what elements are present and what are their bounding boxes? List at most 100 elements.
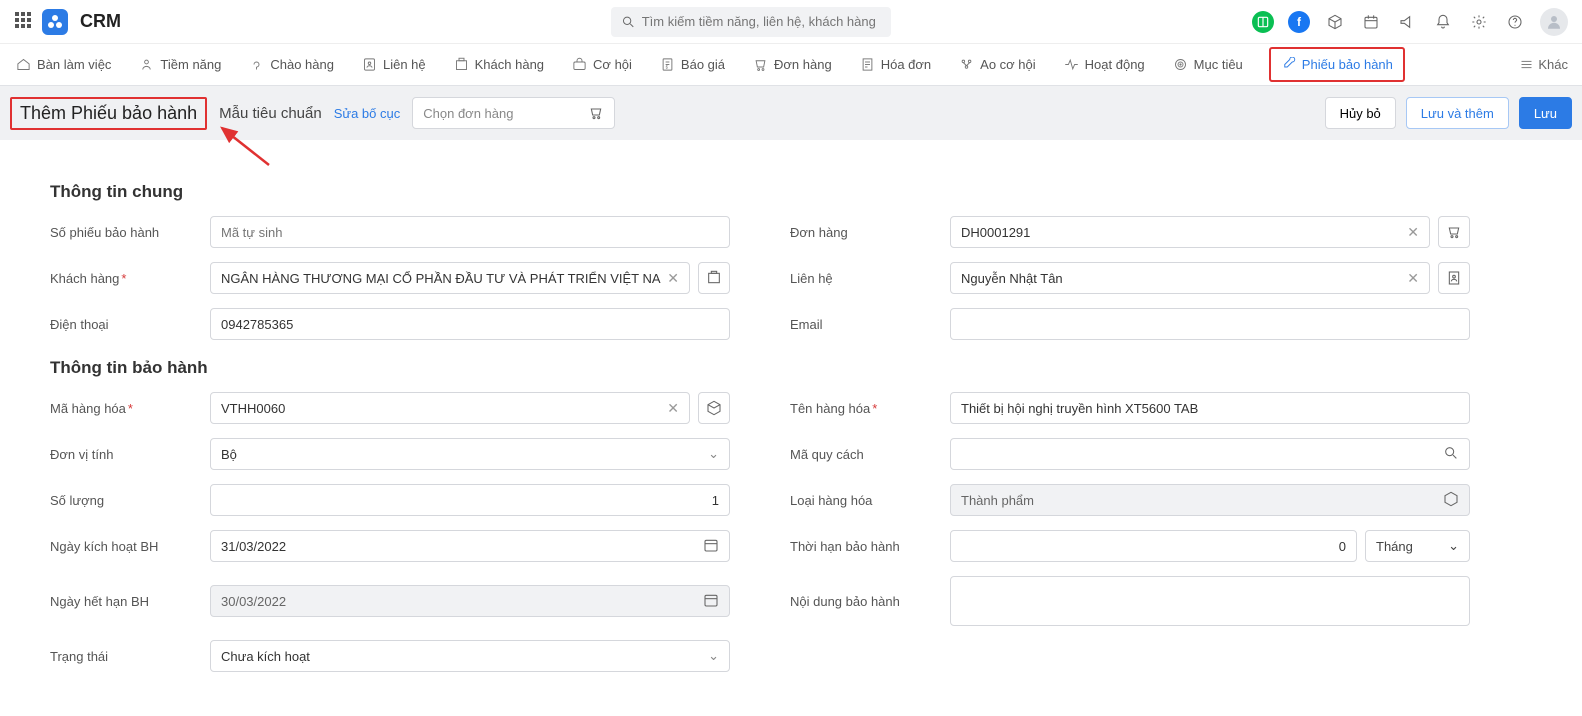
cancel-button[interactable]: Hủy bỏ [1325, 97, 1396, 129]
nav-label: Ao cơ hội [980, 57, 1036, 72]
label-email: Email [790, 317, 940, 332]
section-warranty: Thông tin bảo hành [50, 358, 1532, 378]
nav-more[interactable]: Khác [1519, 57, 1568, 72]
order-picker-placeholder: Chọn đơn hàng [423, 106, 513, 121]
customer-lookup-button[interactable] [698, 262, 730, 294]
megaphone-icon[interactable] [1396, 11, 1418, 33]
apps-grid-icon[interactable] [14, 11, 32, 32]
search-input[interactable] [642, 14, 881, 29]
nav-activity[interactable]: Hoạt động [1062, 51, 1147, 78]
nav-offers[interactable]: Chào hàng [247, 51, 336, 78]
period-unit-select[interactable]: Tháng⌄ [1365, 530, 1470, 562]
label-item-name: Tên hàng hóa* [790, 401, 940, 416]
guide-icon[interactable] [1252, 11, 1274, 33]
nav-label: Khách hàng [475, 57, 544, 72]
search-icon [1443, 445, 1459, 464]
calendar-icon[interactable] [703, 537, 719, 556]
page-title: Thêm Phiếu bảo hành [10, 97, 207, 130]
nav-label: Đơn hàng [774, 57, 832, 72]
clear-icon[interactable]: ✕ [667, 270, 679, 287]
clear-icon[interactable]: ✕ [1407, 270, 1419, 287]
box-icon [1443, 491, 1459, 510]
svg-text:$: $ [666, 64, 669, 69]
nav-customers[interactable]: Khách hàng [452, 51, 546, 78]
search-icon [621, 14, 636, 30]
nav-label: Tiềm năng [160, 57, 221, 72]
nav-warranty[interactable]: Phiếu bảo hành [1269, 47, 1405, 82]
clear-icon[interactable]: ✕ [667, 400, 679, 417]
label-order: Đơn hàng [790, 225, 940, 240]
gear-icon[interactable] [1468, 11, 1490, 33]
spec-input[interactable] [950, 438, 1470, 470]
app-title: CRM [80, 11, 121, 32]
nav-more-label: Khác [1538, 57, 1568, 72]
label-customer: Khách hàng* [50, 271, 200, 286]
global-search[interactable] [611, 7, 891, 37]
period-value-input[interactable] [950, 530, 1357, 562]
calendar-icon[interactable] [1360, 11, 1382, 33]
nav-orders[interactable]: Đơn hàng [751, 51, 834, 78]
ticket-no-input[interactable] [210, 216, 730, 248]
facebook-icon[interactable]: f [1288, 11, 1310, 33]
item-lookup-button[interactable] [698, 392, 730, 424]
cart-icon [588, 105, 604, 121]
label-qty: Số lượng [50, 493, 200, 508]
chevron-down-icon: ⌄ [708, 446, 719, 462]
nav-desk[interactable]: Bàn làm việc [14, 51, 113, 78]
main-nav: Bàn làm việc Tiềm năng Chào hàng Liên hệ… [0, 44, 1582, 86]
help-icon[interactable] [1504, 11, 1526, 33]
nav-label: Chào hàng [270, 57, 334, 72]
nav-label: Liên hệ [383, 57, 426, 72]
label-item-code: Mã hàng hóa* [50, 401, 200, 416]
template-label: Mẫu tiêu chuẩn [219, 105, 322, 122]
subbar: Thêm Phiếu bảo hành Mẫu tiêu chuẩn Sửa b… [0, 86, 1582, 140]
chevron-down-icon: ⌄ [708, 648, 719, 664]
order-lookup-button[interactable] [1438, 216, 1470, 248]
clear-icon[interactable]: ✕ [1407, 224, 1419, 241]
nav-pool[interactable]: Ao cơ hội [957, 51, 1038, 78]
nav-quotes[interactable]: $ Báo giá [658, 51, 727, 78]
item-code-input[interactable]: ✕ [210, 392, 690, 424]
save-button[interactable]: Lưu [1519, 97, 1572, 129]
nav-leads[interactable]: Tiềm năng [137, 51, 223, 78]
contact-input[interactable]: ✕ [950, 262, 1430, 294]
label-expire: Ngày hết hạn BH [50, 594, 200, 609]
nav-invoices[interactable]: Hóa đơn [858, 51, 933, 78]
app-logo [42, 9, 68, 35]
email-input[interactable] [950, 308, 1470, 340]
topbar: CRM f [0, 0, 1582, 44]
label-contact: Liên hệ [790, 271, 940, 286]
nav-label: Phiếu bảo hành [1302, 57, 1393, 72]
nav-opportunity[interactable]: Cơ hội [570, 51, 634, 78]
label-item-type: Loại hàng hóa [790, 493, 940, 508]
label-activate: Ngày kích hoạt BH [50, 539, 200, 554]
bell-icon[interactable] [1432, 11, 1454, 33]
order-input[interactable]: ✕ [950, 216, 1430, 248]
phone-input[interactable] [210, 308, 730, 340]
unit-select[interactable]: Bộ⌄ [210, 438, 730, 470]
content-textarea[interactable] [950, 576, 1470, 626]
nav-label: Hóa đơn [881, 57, 931, 72]
label-ticket-no: Số phiếu bảo hành [50, 225, 200, 240]
section-general: Thông tin chung [50, 182, 1532, 202]
nav-label: Báo giá [681, 57, 725, 72]
box-icon[interactable] [1324, 11, 1346, 33]
qty-input[interactable] [210, 484, 730, 516]
customer-input[interactable]: ✕ [210, 262, 690, 294]
status-select[interactable]: Chưa kích hoạt⌄ [210, 640, 730, 672]
expire-date-field: 30/03/2022 [210, 585, 730, 617]
label-unit: Đơn vị tính [50, 447, 200, 462]
label-period: Thời hạn bảo hành [790, 539, 940, 554]
label-content: Nội dung bảo hành [790, 594, 940, 609]
user-avatar[interactable] [1540, 8, 1568, 36]
item-name-input[interactable] [950, 392, 1470, 424]
activate-date-input[interactable] [210, 530, 730, 562]
contact-lookup-button[interactable] [1438, 262, 1470, 294]
edit-layout-link[interactable]: Sửa bố cục [334, 106, 401, 121]
save-and-add-button[interactable]: Lưu và thêm [1406, 97, 1509, 129]
nav-contacts[interactable]: Liên hệ [360, 51, 428, 78]
nav-goals[interactable]: Mục tiêu [1171, 51, 1245, 78]
label-phone: Điện thoại [50, 317, 200, 332]
order-picker[interactable]: Chọn đơn hàng [412, 97, 615, 129]
nav-label: Cơ hội [593, 57, 632, 72]
